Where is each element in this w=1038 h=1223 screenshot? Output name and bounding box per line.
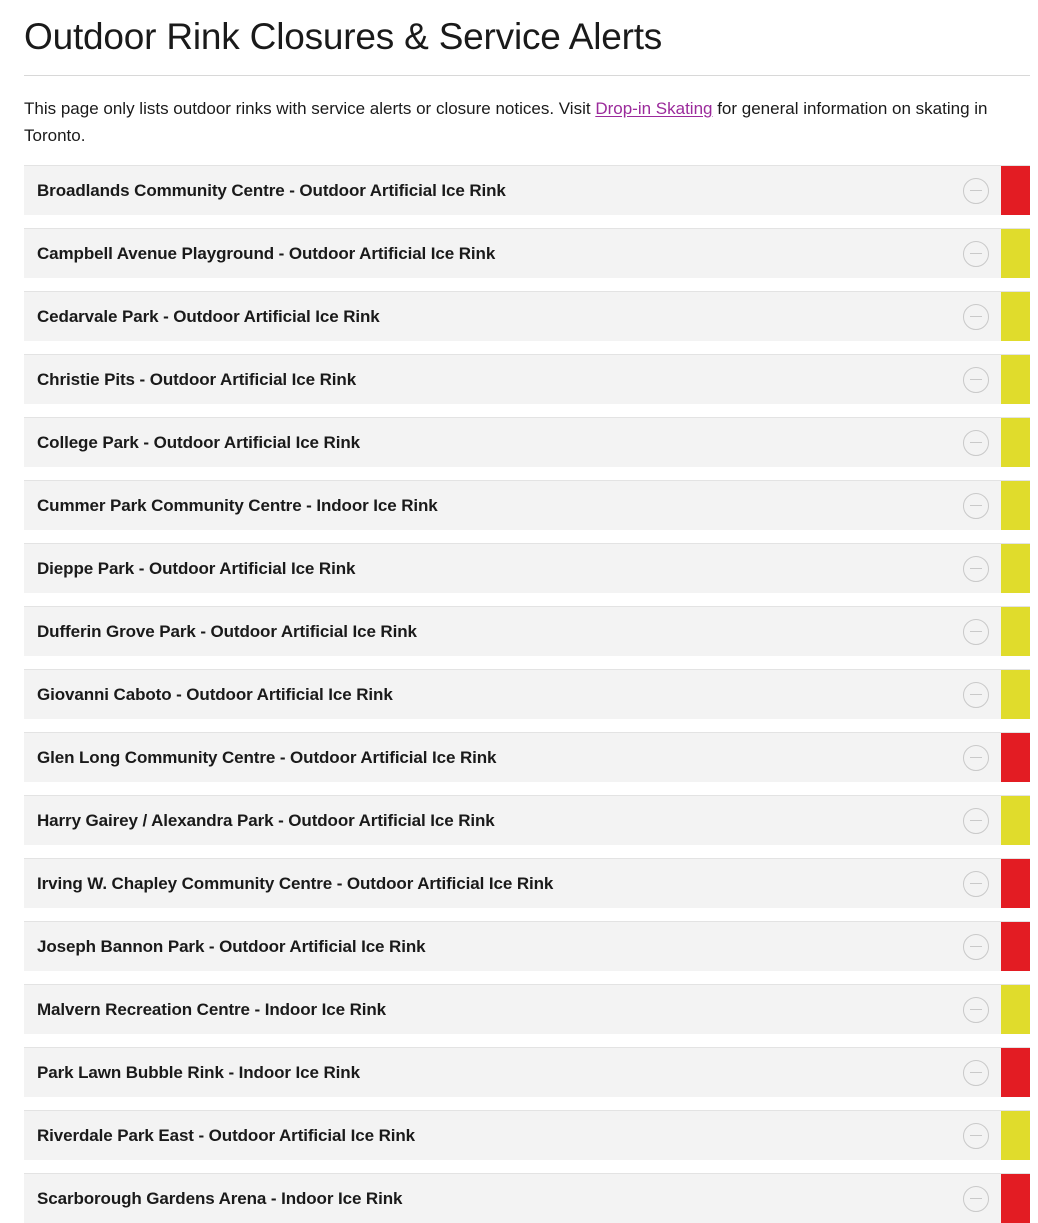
rink-row[interactable]: Glen Long Community Centre - Outdoor Art… [24, 732, 1030, 782]
minus-circle-icon[interactable] [963, 996, 989, 1023]
rink-name: Cummer Park Community Centre - Indoor Ic… [37, 495, 438, 515]
rink-name: Giovanni Caboto - Outdoor Artificial Ice… [37, 684, 393, 704]
status-indicator-bar [1001, 1048, 1030, 1097]
status-indicator-bar [1001, 796, 1030, 845]
rink-name: Campbell Avenue Playground - Outdoor Art… [37, 243, 496, 263]
minus-circle-icon[interactable] [963, 240, 989, 267]
minus-circle-icon[interactable] [963, 744, 989, 771]
rink-row[interactable]: Dufferin Grove Park - Outdoor Artificial… [24, 606, 1030, 656]
status-indicator-bar [1001, 166, 1030, 215]
minus-circle-icon[interactable] [963, 681, 989, 708]
minus-circle-icon[interactable] [963, 807, 989, 834]
rink-row[interactable]: College Park - Outdoor Artificial Ice Ri… [24, 417, 1030, 467]
status-indicator-bar [1001, 418, 1030, 467]
rink-name: Cedarvale Park - Outdoor Artificial Ice … [37, 306, 380, 326]
status-indicator-bar [1001, 859, 1030, 908]
minus-circle-icon[interactable] [963, 618, 989, 645]
intro-text-before: This page only lists outdoor rinks with … [24, 99, 596, 118]
rink-name: Dieppe Park - Outdoor Artificial Ice Rin… [37, 558, 356, 578]
minus-circle-icon[interactable] [963, 555, 989, 582]
page-title: Outdoor Rink Closures & Service Alerts [24, 16, 663, 57]
status-indicator-bar [1001, 1174, 1030, 1223]
rink-row[interactable]: Joseph Bannon Park - Outdoor Artificial … [24, 921, 1030, 971]
intro-paragraph: This page only lists outdoor rinks with … [0, 76, 1038, 149]
rink-row[interactable]: Malvern Recreation Centre - Indoor Ice R… [24, 984, 1030, 1034]
rink-row[interactable]: Harry Gairey / Alexandra Park - Outdoor … [24, 795, 1030, 845]
rink-row[interactable]: Giovanni Caboto - Outdoor Artificial Ice… [24, 669, 1030, 719]
drop-in-skating-link[interactable]: Drop-in Skating [595, 99, 712, 118]
status-indicator-bar [1001, 1111, 1030, 1160]
minus-circle-icon[interactable] [963, 933, 989, 960]
rink-name: Park Lawn Bubble Rink - Indoor Ice Rink [37, 1062, 360, 1082]
rink-row[interactable]: Cedarvale Park - Outdoor Artificial Ice … [24, 291, 1030, 341]
status-indicator-bar [1001, 229, 1030, 278]
rink-row[interactable]: Irving W. Chapley Community Centre - Out… [24, 858, 1030, 908]
rink-name: Harry Gairey / Alexandra Park - Outdoor … [37, 810, 495, 830]
rink-name: Irving W. Chapley Community Centre - Out… [37, 873, 554, 893]
status-indicator-bar [1001, 355, 1030, 404]
rink-row[interactable]: Christie Pits - Outdoor Artificial Ice R… [24, 354, 1030, 404]
status-indicator-bar [1001, 670, 1030, 719]
rink-name: Scarborough Gardens Arena - Indoor Ice R… [37, 1188, 403, 1208]
minus-circle-icon[interactable] [963, 492, 989, 519]
status-indicator-bar [1001, 922, 1030, 971]
minus-circle-icon[interactable] [963, 366, 989, 393]
minus-circle-icon[interactable] [963, 870, 989, 897]
status-indicator-bar [1001, 481, 1030, 530]
rink-name: Christie Pits - Outdoor Artificial Ice R… [37, 369, 357, 389]
rink-row[interactable]: Cummer Park Community Centre - Indoor Ic… [24, 480, 1030, 530]
status-indicator-bar [1001, 985, 1030, 1034]
rink-row[interactable]: Dieppe Park - Outdoor Artificial Ice Rin… [24, 543, 1030, 593]
rink-name: Malvern Recreation Centre - Indoor Ice R… [37, 999, 387, 1019]
minus-circle-icon[interactable] [963, 1122, 989, 1149]
minus-circle-icon[interactable] [963, 1185, 989, 1212]
status-indicator-bar [1001, 733, 1030, 782]
minus-circle-icon[interactable] [963, 1059, 989, 1086]
page-container: Outdoor Rink Closures & Service Alerts T… [0, 0, 1038, 1223]
rink-row[interactable]: Park Lawn Bubble Rink - Indoor Ice Rink [24, 1047, 1030, 1097]
minus-circle-icon[interactable] [963, 177, 989, 204]
status-indicator-bar [1001, 607, 1030, 656]
minus-circle-icon[interactable] [963, 429, 989, 456]
rink-name: Riverdale Park East - Outdoor Artificial… [37, 1125, 416, 1145]
rink-name: College Park - Outdoor Artificial Ice Ri… [37, 432, 360, 452]
rink-name: Joseph Bannon Park - Outdoor Artificial … [37, 936, 426, 956]
rink-row[interactable]: Broadlands Community Centre - Outdoor Ar… [24, 165, 1030, 215]
rink-name: Broadlands Community Centre - Outdoor Ar… [37, 180, 506, 200]
rink-name: Dufferin Grove Park - Outdoor Artificial… [37, 621, 417, 641]
rink-row[interactable]: Scarborough Gardens Arena - Indoor Ice R… [24, 1173, 1030, 1223]
rink-row[interactable]: Campbell Avenue Playground - Outdoor Art… [24, 228, 1030, 278]
status-indicator-bar [1001, 544, 1030, 593]
status-indicator-bar [1001, 292, 1030, 341]
rink-name: Glen Long Community Centre - Outdoor Art… [37, 747, 497, 767]
rink-row[interactable]: Riverdale Park East - Outdoor Artificial… [24, 1110, 1030, 1160]
rink-list: Broadlands Community Centre - Outdoor Ar… [0, 165, 1038, 1223]
minus-circle-icon[interactable] [963, 303, 989, 330]
